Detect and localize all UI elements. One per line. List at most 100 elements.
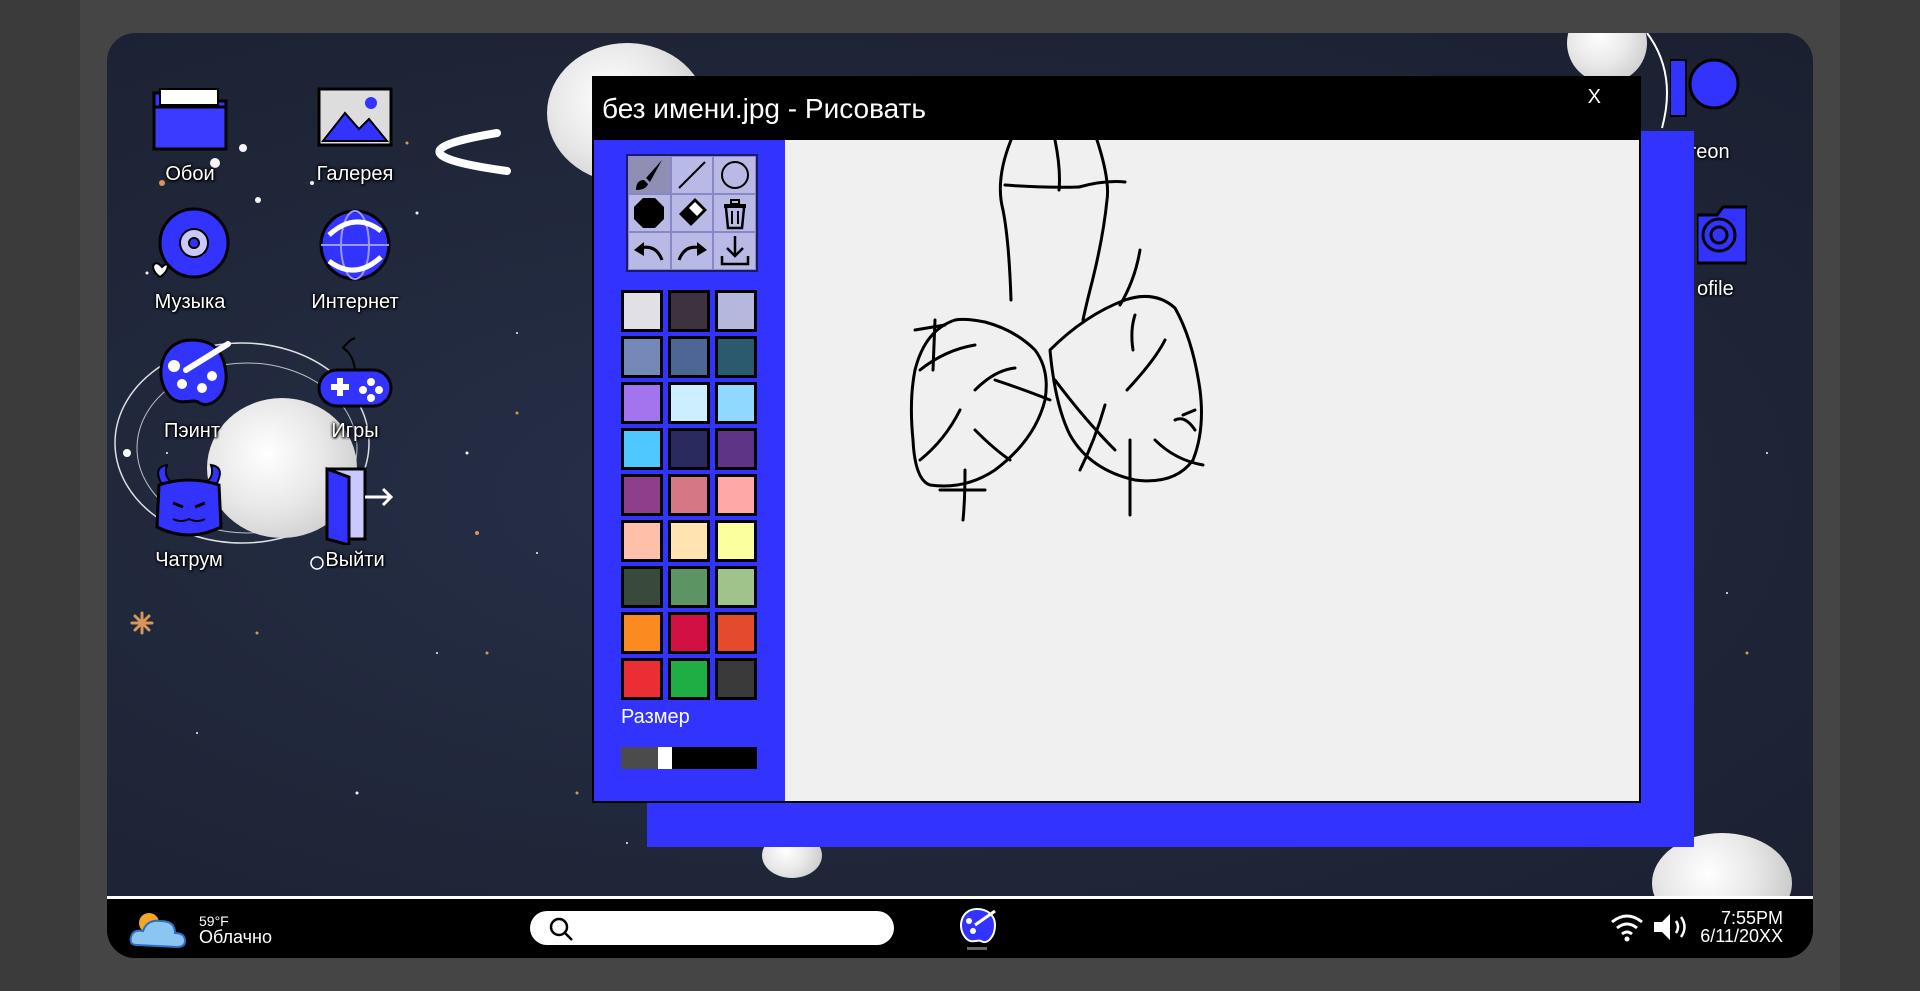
color-swatch[interactable] <box>715 428 757 470</box>
cloudy-icon <box>129 913 187 949</box>
desktop-icon-paint[interactable]: Пэинт <box>112 328 272 443</box>
globe-icon <box>319 209 391 281</box>
paint-window: без имени.jpg - Рисовать X Размер <box>592 76 1694 847</box>
search-input[interactable] <box>530 911 894 945</box>
color-swatch[interactable] <box>715 520 757 562</box>
redo-icon <box>677 242 707 261</box>
line-tool[interactable] <box>670 156 714 194</box>
color-palette <box>621 290 757 700</box>
desktop-icon-label: Музыка <box>154 291 226 313</box>
color-swatch[interactable] <box>621 336 663 378</box>
fill-shape-tool[interactable] <box>628 194 671 232</box>
fill-shape-icon <box>634 198 665 228</box>
color-swatch[interactable] <box>668 566 710 608</box>
close-button[interactable]: X <box>1588 86 1601 109</box>
desktop-icon-chatroom[interactable]: Чатрум <box>109 457 269 572</box>
folder-icon <box>152 88 228 151</box>
window-title: без имени.jpg - Рисовать <box>602 93 927 124</box>
color-swatch[interactable] <box>621 658 663 700</box>
color-swatch[interactable] <box>668 428 710 470</box>
weather-condition: Облачно <box>199 927 272 947</box>
desktop-icon-label: Пэинт <box>164 420 220 442</box>
redo-tool[interactable] <box>670 232 714 270</box>
desktop-icon-exit[interactable]: Выйти <box>275 457 435 572</box>
desktop-icon-games[interactable]: Игры <box>275 328 435 443</box>
desktop-icon-label: Обои <box>165 163 215 185</box>
desktop-icon-label-partial: ofile <box>1697 278 1734 300</box>
desktop-icon-label: Галерея <box>316 163 394 185</box>
desktop-icon-internet[interactable]: Интернет <box>275 199 435 314</box>
music-disc-icon <box>152 207 230 279</box>
taskbar-divider <box>107 896 1813 899</box>
paint-body: Размер <box>594 138 1639 801</box>
color-swatch[interactable] <box>715 474 757 516</box>
color-swatch[interactable] <box>621 520 663 562</box>
desktop-icon-label: Чатрум <box>155 549 223 571</box>
paint-palette-icon <box>159 338 231 406</box>
color-swatch[interactable] <box>668 520 710 562</box>
desktop-icon-label: Интернет <box>311 291 399 313</box>
taskbar-app-paint[interactable] <box>957 907 997 956</box>
save-tool[interactable] <box>713 232 756 270</box>
color-swatch[interactable] <box>715 658 757 700</box>
color-swatch[interactable] <box>668 658 710 700</box>
paint-palette-icon <box>960 907 997 950</box>
system-tray: 7:55PM 6/11/20XX <box>1610 909 1783 945</box>
size-slider-knob[interactable] <box>658 747 672 769</box>
color-swatch[interactable] <box>621 382 663 424</box>
color-swatch[interactable] <box>715 290 757 332</box>
title-bar[interactable]: без имени.jpg - Рисовать X <box>594 78 1639 140</box>
color-swatch[interactable] <box>621 474 663 516</box>
gamepad-icon <box>317 337 393 408</box>
tool-grid <box>626 154 758 272</box>
taskbar: 59°F Облачно 7:55PM 6/11/20XX <box>107 896 1813 958</box>
line-icon <box>678 161 706 189</box>
weather-widget[interactable]: 59°F Облачно <box>129 909 272 949</box>
clock-date: 6/11/20XX <box>1700 926 1783 946</box>
color-swatch[interactable] <box>621 612 663 654</box>
eraser-icon <box>678 198 707 226</box>
color-swatch[interactable] <box>621 566 663 608</box>
color-swatch[interactable] <box>668 382 710 424</box>
desktop-icon-gallery[interactable]: Галерея <box>275 71 435 186</box>
eraser-tool[interactable] <box>670 194 714 232</box>
download-icon <box>720 236 749 266</box>
brush-tool[interactable] <box>628 156 671 194</box>
paint-window-frame: без имени.jpg - Рисовать X Размер <box>592 76 1641 803</box>
desktop-icon-wallpapers[interactable]: Обои <box>110 71 270 186</box>
gallery-icon <box>317 87 393 147</box>
color-swatch[interactable] <box>621 428 663 470</box>
desktop-icon-music[interactable]: Музыка <box>110 199 270 314</box>
toolbar-panel: Размер <box>594 140 785 801</box>
desktop-icon-label: Выйти <box>325 549 385 571</box>
color-swatch[interactable] <box>715 382 757 424</box>
circle-tool[interactable] <box>713 156 756 194</box>
color-swatch[interactable] <box>668 336 710 378</box>
clock[interactable]: 7:55PM 6/11/20XX <box>1700 909 1783 945</box>
drawing-canvas[interactable] <box>785 138 1639 801</box>
clock-time: 7:55PM <box>1720 908 1783 928</box>
color-swatch[interactable] <box>715 612 757 654</box>
brush-icon <box>636 160 663 190</box>
color-swatch[interactable] <box>621 290 663 332</box>
color-swatch[interactable] <box>715 566 757 608</box>
color-swatch[interactable] <box>668 290 710 332</box>
exit-door-icon <box>325 466 394 545</box>
undo-icon <box>634 242 664 261</box>
size-slider[interactable] <box>621 747 757 769</box>
search-icon <box>549 917 573 941</box>
wifi-icon[interactable] <box>1610 912 1644 942</box>
color-swatch[interactable] <box>668 612 710 654</box>
undo-tool[interactable] <box>628 232 671 270</box>
clear-tool[interactable] <box>713 194 756 232</box>
circle-icon <box>720 161 749 189</box>
trash-icon <box>723 199 746 230</box>
devil-chat-icon <box>155 463 223 537</box>
volume-icon[interactable] <box>1652 911 1692 943</box>
canvas-drawing <box>909 138 1205 522</box>
partial-app-icon <box>1670 58 1740 117</box>
size-label: Размер <box>621 706 690 728</box>
color-swatch[interactable] <box>668 474 710 516</box>
desktop-icon-label: Игры <box>331 420 379 442</box>
color-swatch[interactable] <box>715 336 757 378</box>
